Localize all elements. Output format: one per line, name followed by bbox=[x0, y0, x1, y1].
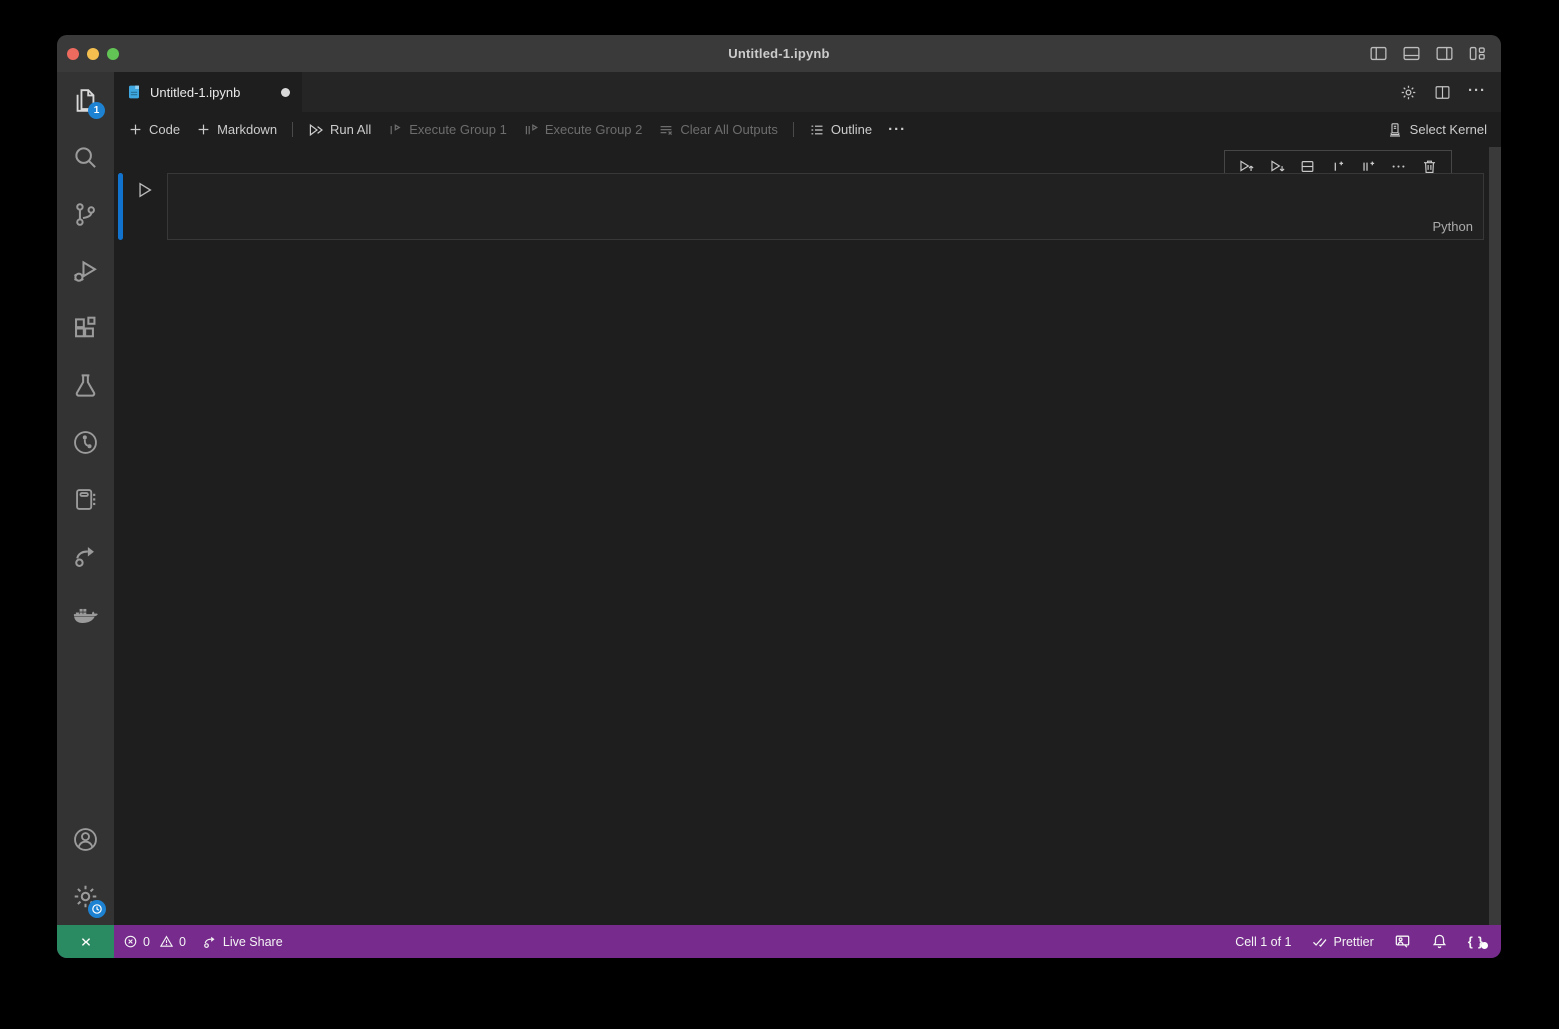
minimize-window-button[interactable] bbox=[87, 48, 99, 60]
run-cell-button[interactable] bbox=[136, 181, 154, 199]
clear-outputs-icon bbox=[658, 122, 674, 138]
sidebar-item-source-control[interactable] bbox=[57, 186, 114, 243]
toolbar-separator bbox=[793, 122, 794, 137]
notebook-icon bbox=[72, 486, 99, 513]
tab-bar: Untitled-1.ipynb ··· bbox=[114, 72, 1501, 112]
editor-actions: ··· bbox=[1400, 72, 1501, 112]
clear-all-outputs-button[interactable]: Clear All Outputs bbox=[650, 122, 786, 138]
tab-untitled-1-ipynb[interactable]: Untitled-1.ipynb bbox=[114, 72, 302, 112]
zoom-window-button[interactable] bbox=[107, 48, 119, 60]
notifications-bell-icon[interactable] bbox=[1431, 933, 1448, 950]
problems-indicator[interactable]: 0 0 bbox=[123, 934, 186, 949]
cell-code-editor[interactable]: Python bbox=[167, 173, 1484, 240]
docker-icon bbox=[72, 600, 99, 627]
toggle-primary-sidebar-icon[interactable] bbox=[1369, 44, 1388, 63]
search-icon bbox=[72, 144, 99, 171]
braces-indicator-icon[interactable]: { } bbox=[1468, 935, 1485, 948]
sidebar-item-explorer[interactable]: 1 bbox=[57, 72, 114, 129]
cell-position-indicator[interactable]: Cell 1 of 1 bbox=[1235, 935, 1291, 949]
errors-icon bbox=[123, 934, 138, 949]
plus-icon bbox=[128, 122, 143, 137]
gitlens-icon bbox=[72, 429, 99, 456]
double-check-icon bbox=[1311, 933, 1328, 950]
remote-indicator[interactable] bbox=[57, 925, 114, 958]
sidebar-item-search[interactable] bbox=[57, 129, 114, 186]
outline-list-icon bbox=[809, 122, 825, 138]
prettier-status[interactable]: Prettier bbox=[1311, 933, 1373, 950]
toolbar-more-actions-icon[interactable]: ··· bbox=[880, 122, 914, 137]
tab-label: Untitled-1.ipynb bbox=[150, 85, 240, 100]
close-window-button[interactable] bbox=[67, 48, 79, 60]
sidebar-item-settings[interactable] bbox=[57, 868, 114, 925]
titlebar: Untitled-1.ipynb bbox=[57, 35, 1501, 72]
layout-controls bbox=[1369, 44, 1501, 63]
unsaved-changes-dot[interactable] bbox=[281, 88, 290, 97]
beaker-icon bbox=[72, 372, 99, 399]
execute-group-2-icon bbox=[523, 122, 539, 138]
sidebar-item-docker[interactable] bbox=[57, 585, 114, 642]
debug-icon bbox=[72, 258, 99, 285]
outline-button[interactable]: Outline bbox=[801, 122, 880, 138]
status-bar: 0 0 Live Share Cell 1 of 1 Prettier { } bbox=[57, 925, 1501, 958]
warnings-count: 0 bbox=[179, 935, 186, 949]
add-code-cell-button[interactable]: Code bbox=[120, 122, 188, 137]
editor-scrollbar[interactable] bbox=[1489, 147, 1501, 925]
live-share-icon bbox=[202, 934, 218, 950]
run-all-button[interactable]: Run All bbox=[300, 122, 379, 138]
sidebar-item-gitlens[interactable] bbox=[57, 414, 114, 471]
window-controls bbox=[67, 48, 119, 60]
toggle-secondary-sidebar-icon[interactable] bbox=[1435, 44, 1454, 63]
live-share-status[interactable]: Live Share bbox=[202, 934, 283, 950]
live-share-icon bbox=[72, 543, 99, 570]
notebook-editor: Python bbox=[114, 147, 1501, 925]
sidebar-item-run-debug[interactable] bbox=[57, 243, 114, 300]
warnings-icon bbox=[159, 934, 174, 949]
feedback-icon[interactable] bbox=[1394, 933, 1411, 950]
toolbar-separator bbox=[292, 122, 293, 137]
sidebar-item-live-share[interactable] bbox=[57, 528, 114, 585]
select-kernel-button[interactable]: Select Kernel bbox=[1387, 122, 1487, 138]
execute-group-1-icon bbox=[387, 122, 403, 138]
split-editor-icon[interactable] bbox=[1434, 84, 1451, 101]
add-markdown-cell-button[interactable]: Markdown bbox=[188, 122, 285, 137]
execute-group-1-button[interactable]: Execute Group 1 bbox=[379, 122, 515, 138]
notebook-file-icon bbox=[126, 84, 142, 100]
settings-sync-clock-badge bbox=[88, 900, 106, 918]
sidebar-item-extensions[interactable] bbox=[57, 300, 114, 357]
run-all-icon bbox=[308, 122, 324, 138]
extensions-icon bbox=[72, 315, 99, 342]
kernel-icon bbox=[1387, 122, 1403, 138]
account-icon bbox=[72, 826, 99, 853]
explorer-badge: 1 bbox=[88, 102, 105, 119]
sidebar-item-accounts[interactable] bbox=[57, 811, 114, 868]
vscode-window: Untitled-1.ipynb 1 bbox=[57, 35, 1501, 958]
notebook-settings-gear-icon[interactable] bbox=[1400, 84, 1417, 101]
cell-language-picker[interactable]: Python bbox=[1433, 219, 1473, 234]
source-control-icon bbox=[72, 201, 99, 228]
cell-focus-indicator[interactable] bbox=[118, 173, 123, 240]
notebook-toolbar: Code Markdown Run All Execute Group 1 bbox=[114, 112, 1501, 147]
window-title: Untitled-1.ipynb bbox=[57, 46, 1501, 61]
activity-bar: 1 bbox=[57, 72, 114, 925]
more-actions-icon[interactable]: ··· bbox=[1468, 83, 1486, 102]
customize-layout-icon[interactable] bbox=[1468, 44, 1487, 63]
toggle-panel-icon[interactable] bbox=[1402, 44, 1421, 63]
sidebar-item-notebooks[interactable] bbox=[57, 471, 114, 528]
plus-icon bbox=[196, 122, 211, 137]
sidebar-item-testing[interactable] bbox=[57, 357, 114, 414]
execute-group-2-button[interactable]: Execute Group 2 bbox=[515, 122, 651, 138]
errors-count: 0 bbox=[143, 935, 150, 949]
